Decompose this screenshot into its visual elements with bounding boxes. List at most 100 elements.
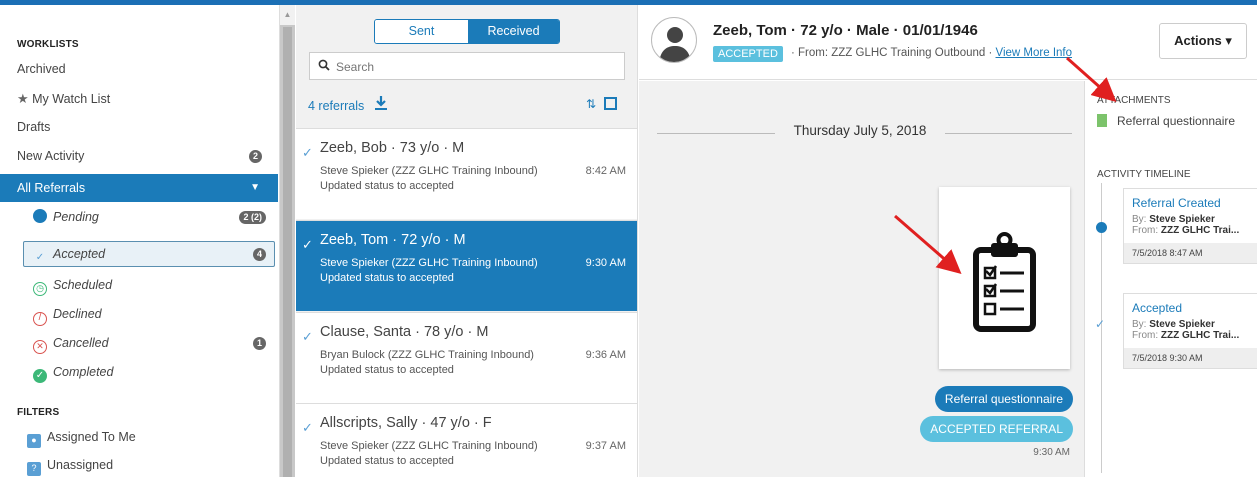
timeline-event[interactable]: Referral Created By: Steve Spieker From:… — [1123, 188, 1257, 264]
tab-sent[interactable]: Sent — [375, 20, 468, 43]
sidebar-item-drafts[interactable]: Drafts — [17, 115, 272, 139]
filter-label: Unassigned — [47, 458, 114, 472]
attachments-heading: ATTACHMENTS — [1097, 95, 1171, 106]
from-label: From: — [1132, 330, 1159, 341]
select-all-icon[interactable] — [604, 97, 618, 110]
filter-assigned-to-me[interactable]: ● Assigned To Me — [27, 425, 265, 449]
by-label: By: — [1132, 214, 1147, 225]
scroll-up-icon[interactable]: ▲ — [280, 5, 295, 25]
referral-source: Bryan Bulock (ZZZ GLHC Training Inbound) — [320, 349, 534, 361]
referral-status-text: Updated status to accepted — [320, 272, 454, 284]
event-from: From: ZZZ GLHC Trai... — [1124, 330, 1257, 341]
sidebar-item-label: Drafts — [17, 120, 51, 134]
sort-icon[interactable]: ⇅ — [586, 97, 596, 111]
status-completed[interactable]: ✓ Completed — [33, 360, 271, 384]
checkmark-icon: ✓ — [302, 237, 313, 252]
referral-list-panel: Sent Received 4 referrals ⇅ ✓ Zeeb, Bob … — [296, 5, 638, 477]
referral-time: 8:42 AM — [585, 165, 626, 177]
referral-status-text: Updated status to accepted — [320, 364, 454, 376]
timeline-dot-icon — [1096, 222, 1107, 233]
status-pending[interactable]: Pending 2 (2) — [33, 205, 271, 229]
count-badge: 1 — [252, 337, 266, 350]
message-time: 9:30 AM — [1033, 447, 1070, 458]
avatar-icon — [651, 17, 697, 63]
status-label: Completed — [53, 365, 114, 379]
referral-from: · From: ZZZ GLHC Training Outbound · Vie… — [791, 47, 1072, 59]
from-name: ZZZ GLHC Trai... — [1160, 225, 1240, 236]
view-more-info-link[interactable]: View More Info — [996, 47, 1073, 59]
event-from: From: ZZZ GLHC Trai... — [1124, 225, 1257, 236]
status-label: Declined — [53, 307, 102, 321]
clock-icon: ◷ — [33, 282, 47, 296]
sidebar-item-label: New Activity — [17, 149, 85, 163]
count-badge: 2 — [249, 150, 262, 163]
filter-label: Assigned To Me — [47, 430, 136, 444]
referral-row[interactable]: ✓ Clause, Santa · 78 y/o · M Bryan Buloc… — [296, 312, 637, 403]
patient-title: Zeeb, Tom · 72 y/o · Male · 01/01/1946 — [713, 22, 978, 39]
status-label: Cancelled — [53, 336, 109, 350]
status-badge: ACCEPTED — [713, 46, 783, 62]
accepted-referral-bubble: ACCEPTED REFERRAL — [920, 416, 1073, 442]
status-scheduled[interactable]: ◷ Scheduled — [33, 273, 271, 297]
caret-down-icon: ▼ — [250, 182, 260, 193]
questionnaire-bubble[interactable]: Referral questionnaire — [934, 386, 1073, 412]
patient-header: Zeeb, Tom · 72 y/o · Male · 01/01/1946 A… — [639, 5, 1257, 80]
filter-unassigned[interactable]: ? Unassigned — [27, 453, 265, 477]
patient-name: Allscripts, Sally · 47 y/o · F — [320, 415, 492, 431]
activity-panel: ATTACHMENTS Referral questionnaire ACTIV… — [1084, 81, 1257, 477]
search-input[interactable] — [336, 58, 616, 75]
count-badge: 2 (2) — [239, 211, 266, 224]
sidebar-item-archived[interactable]: Archived — [17, 57, 272, 81]
sidebar-item-new-activity[interactable]: New Activity 2 — [17, 144, 272, 168]
by-name: Steve Spieker — [1149, 319, 1215, 330]
timeline-event[interactable]: Accepted By: Steve Spieker From: ZZZ GLH… — [1123, 293, 1257, 369]
status-label: Scheduled — [53, 278, 113, 292]
sidebar-item-label: Archived — [17, 62, 66, 76]
timeline-heading: ACTIVITY TIMELINE — [1097, 169, 1191, 180]
event-title: Accepted — [1132, 301, 1183, 315]
tab-received[interactable]: Received — [468, 20, 559, 43]
clipboard-checklist-icon — [973, 232, 1036, 332]
referral-row[interactable]: ✓ Allscripts, Sally · 47 y/o · F Steve S… — [296, 403, 637, 477]
count-badge: 4 — [252, 248, 266, 261]
user-unassigned-icon: ? — [27, 462, 41, 476]
patient-name: Zeeb, Bob · 73 y/o · M — [320, 140, 465, 156]
sidebar-item-all-referrals[interactable]: All Referrals ▼ — [0, 174, 278, 202]
attachment-link[interactable]: Referral questionnaire — [1097, 114, 1235, 128]
referral-time: 9:36 AM — [585, 349, 626, 361]
checkmark-icon: ✓ — [302, 145, 313, 160]
event-time: 7/5/2018 9:30 AM — [1124, 348, 1257, 368]
event-by: By: Steve Spieker — [1124, 319, 1257, 330]
referral-status-text: Updated status to accepted — [320, 180, 454, 192]
file-icon — [1097, 114, 1107, 127]
checkmark-icon: ✓ — [1095, 317, 1106, 331]
event-by: By: Steve Spieker — [1124, 214, 1257, 225]
filters-heading: FILTERS — [17, 407, 60, 418]
star-icon: ★ — [17, 91, 29, 106]
download-icon[interactable] — [375, 96, 387, 113]
status-cancelled[interactable]: ✕ Cancelled 1 — [33, 331, 271, 355]
scrollbar-thumb[interactable] — [283, 27, 292, 477]
worklists-heading: WORKLISTS — [17, 39, 79, 50]
referral-source: Steve Spieker (ZZZ GLHC Training Inbound… — [320, 440, 538, 452]
search-icon — [318, 59, 330, 74]
referral-row-selected[interactable]: ✓ Zeeb, Tom · 72 y/o · M Steve Spieker (… — [296, 220, 637, 311]
status-declined[interactable]: / Declined — [33, 302, 271, 326]
date-heading: Thursday July 5, 2018 — [775, 123, 945, 138]
check-circle-icon: ✓ — [33, 369, 47, 383]
actions-button[interactable]: Actions ▾ — [1159, 23, 1247, 59]
sidebar-scrollbar[interactable]: ▲ — [280, 5, 295, 477]
referral-row[interactable]: ✓ Zeeb, Bob · 73 y/o · M Steve Spieker (… — [296, 128, 637, 219]
patient-name: Zeeb, Tom · 72 y/o · M — [320, 232, 466, 248]
sidebar-item-watch-list[interactable]: ★ My Watch List — [17, 87, 272, 111]
user-badge-icon: ● — [27, 434, 41, 448]
referral-time: 9:30 AM — [585, 257, 626, 269]
conversation-pane: Thursday July 5, 2018 Referral questionn… — [639, 81, 1084, 477]
event-title: Referral Created — [1132, 196, 1221, 210]
attachment-preview-card[interactable] — [939, 187, 1070, 369]
by-label: By: — [1132, 319, 1147, 330]
status-label: Pending — [53, 210, 99, 224]
referral-detail: Zeeb, Tom · 72 y/o · Male · 01/01/1946 A… — [639, 5, 1257, 477]
status-accepted[interactable]: ✓ Accepted 4 — [33, 242, 271, 266]
from-name: ZZZ GLHC Trai... — [1160, 330, 1240, 341]
